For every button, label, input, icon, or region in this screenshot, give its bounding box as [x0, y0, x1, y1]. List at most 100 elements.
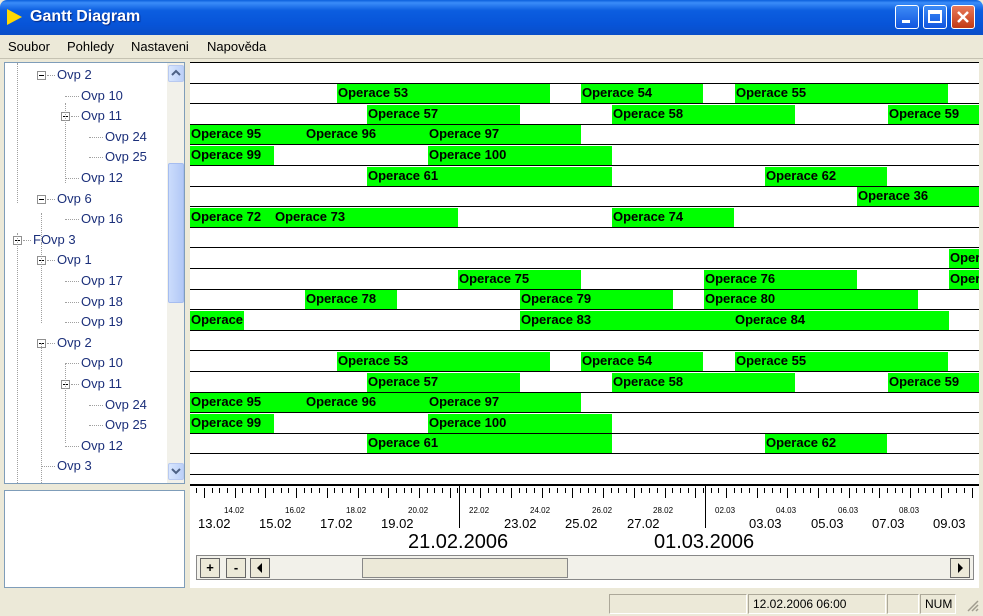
timeline-tick — [856, 488, 857, 493]
operation-bar[interactable]: Operace 62 — [765, 434, 887, 453]
tree-node[interactable]: Ovp 3 — [57, 456, 92, 476]
operation-bar[interactable]: Operace 75 — [458, 270, 581, 289]
operation-bar[interactable]: Operace 59 — [888, 373, 979, 392]
tree-node[interactable]: Ovp 17 — [81, 271, 123, 291]
timeline-tick — [695, 488, 696, 498]
operation-bar[interactable]: Operace 97 — [428, 393, 581, 412]
timeline-tick — [726, 488, 727, 498]
tree-connector — [65, 178, 79, 179]
menu-nastaveni[interactable]: Nastaveni — [131, 39, 189, 54]
tree-node[interactable]: Ovp 11 — [81, 106, 122, 126]
tree-node[interactable]: Ovp 25 — [105, 147, 147, 167]
operation-bar[interactable]: Operace 58 — [612, 373, 795, 392]
operation-bar[interactable]: Operace 78 — [305, 290, 397, 309]
operation-bar[interactable]: Operace 73 — [274, 208, 458, 227]
tree-node[interactable]: Ovp 24 — [105, 395, 147, 415]
tree-connector — [17, 233, 18, 483]
scroll-right-button[interactable] — [950, 558, 970, 578]
operation-bar[interactable]: Operace 53 — [337, 84, 550, 103]
operation-bar[interactable]: Operace 100 — [428, 146, 612, 165]
timeline-scrollbar[interactable]: + - — [196, 555, 974, 580]
timeline-tick — [212, 488, 213, 493]
collapse-toggle-icon[interactable] — [37, 194, 46, 204]
resize-grip-icon[interactable] — [965, 598, 979, 612]
tree-node[interactable]: Ovp 19 — [81, 312, 123, 332]
timeline-tick — [803, 488, 804, 493]
operation-bar[interactable]: Operace 54 — [581, 84, 703, 103]
operation-bar[interactable]: Operace 100 — [428, 414, 612, 433]
operation-bar[interactable]: Operace 58 — [612, 105, 795, 124]
timeline-tick — [787, 488, 788, 498]
operation-bar[interactable]: Operace 36 — [857, 187, 979, 206]
zoom-out-button[interactable]: - — [226, 558, 246, 578]
operation-bar[interactable]: Operace 96 — [305, 393, 428, 412]
menu-pohledy[interactable]: Pohledy — [67, 39, 114, 54]
tree-node[interactable]: Ovp 10 — [81, 86, 123, 106]
gantt-chart[interactable]: Operace 53 Operace 54 Operace 55 Operace 57… — [190, 62, 979, 484]
tree-node[interactable]: Ovp 2 — [57, 65, 92, 85]
tree-node[interactable]: Ovp 2 — [57, 333, 92, 353]
status-bar: 12.02.2006 06:00 NUM — [0, 592, 983, 616]
scroll-left-button[interactable] — [250, 558, 270, 578]
timeline-label: 19.02 — [381, 516, 414, 531]
operation-bar[interactable]: Operace 95 — [190, 125, 305, 144]
operation-bar[interactable]: Operace 79 — [520, 290, 673, 309]
timeline-tick — [618, 488, 619, 493]
operation-bar[interactable]: Operace 74 — [612, 208, 734, 227]
operation-bar[interactable]: Operace 97 — [428, 125, 581, 144]
tree-node-label: Ovp 16 — [81, 211, 123, 227]
scroll-up-button[interactable] — [168, 65, 184, 82]
maximize-button[interactable] — [923, 5, 947, 29]
operation-bar[interactable]: Operace 55 — [735, 84, 948, 103]
operation-bar[interactable]: Operace 72 — [190, 208, 274, 227]
zoom-in-button[interactable]: + — [200, 558, 220, 578]
tree-scroll-thumb[interactable] — [168, 163, 184, 303]
minimize-button[interactable] — [895, 5, 919, 29]
operation-bar[interactable]: Operace 81 — [949, 270, 979, 289]
operation-bar[interactable]: Operace 61 — [367, 167, 612, 186]
timeline-tick — [956, 488, 957, 493]
menu-napoveda[interactable]: Napověda — [207, 39, 266, 54]
tree-node[interactable]: Ovp 24 — [105, 127, 147, 147]
operation-bar[interactable]: Operace 77 — [949, 249, 979, 268]
tree-scrollbar[interactable] — [167, 63, 184, 483]
timeline-label: 28.02 — [653, 506, 674, 515]
tree-node[interactable]: Ovp 11 — [81, 374, 122, 394]
tree-connector — [65, 301, 79, 303]
operation-bar[interactable]: Operace 83 — [520, 311, 734, 330]
operation-bar[interactable]: Operace 96 — [305, 125, 428, 144]
timeline-tick — [711, 488, 712, 493]
operation-bar[interactable]: Operace 55 — [735, 352, 948, 371]
tree-node[interactable]: Ovp 18 — [81, 292, 123, 312]
operation-bar[interactable]: Operace 61 — [367, 434, 612, 453]
operation-bar[interactable]: Operace 99 — [190, 146, 274, 165]
operation-bar[interactable]: Operace 62 — [765, 167, 887, 186]
tree-node[interactable]: Ovp 10 — [81, 353, 123, 373]
operation-bar[interactable]: Operace 84 — [734, 311, 949, 330]
tree-node[interactable]: FOvp 3 — [33, 230, 76, 250]
tree-view[interactable]: Ovp 2 Ovp 10 Ovp 11 Ovp 24 Ovp 25 Ovp 12 Ovp 6… — [4, 62, 185, 484]
operation-bar[interactable]: Operace 99 — [190, 414, 274, 433]
tree-node[interactable]: Ovp 1 — [57, 250, 92, 270]
timeline-tick — [219, 488, 220, 493]
scroll-down-button[interactable] — [168, 463, 184, 480]
operation-bar[interactable]: Operace 95 — [190, 393, 305, 412]
timeline-scroll-thumb[interactable] — [362, 558, 568, 578]
tree-node[interactable]: Ovp 6 — [57, 189, 92, 209]
operation-bar[interactable]: Operace 76 — [704, 270, 857, 289]
operation-bar[interactable]: Operace 82 — [190, 311, 244, 330]
timeline-tick — [657, 488, 658, 493]
operation-bar[interactable]: Operace 57 — [367, 105, 520, 124]
collapse-toggle-icon[interactable] — [37, 71, 46, 80]
tree-node[interactable]: Ovp 12 — [81, 168, 123, 188]
operation-bar[interactable]: Operace 80 — [704, 290, 918, 309]
menu-soubor[interactable]: Soubor — [8, 39, 50, 54]
operation-bar[interactable]: Operace 53 — [337, 352, 550, 371]
tree-node[interactable]: Ovp 16 — [81, 209, 123, 229]
tree-node[interactable]: Ovp 12 — [81, 436, 123, 456]
tree-node[interactable]: Ovp 25 — [105, 415, 147, 435]
operation-bar[interactable]: Operace 57 — [367, 373, 520, 392]
operation-bar[interactable]: Operace 59 — [888, 105, 979, 124]
close-button[interactable] — [951, 5, 975, 29]
operation-bar[interactable]: Operace 54 — [581, 352, 703, 371]
